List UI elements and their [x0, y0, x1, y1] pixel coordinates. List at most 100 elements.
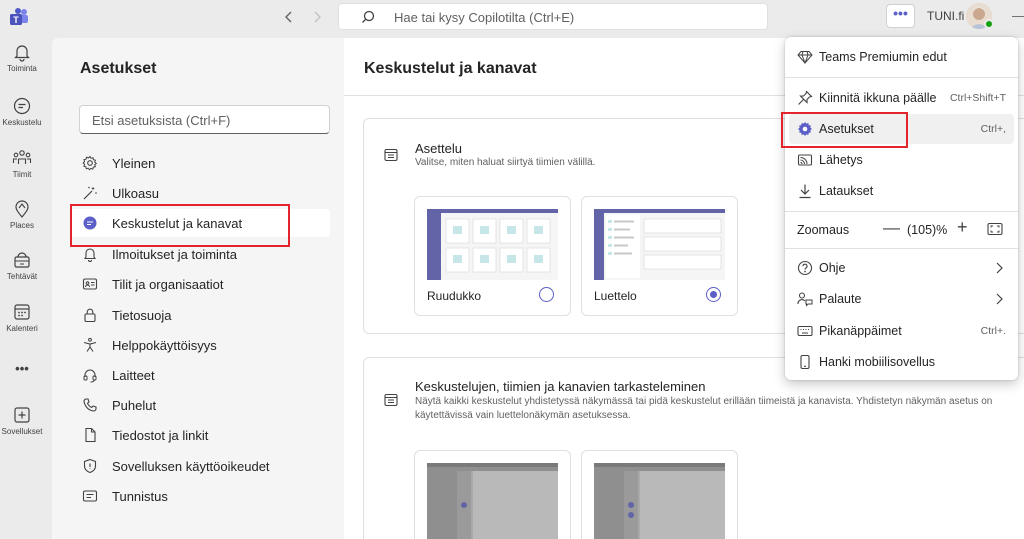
- layout-option-grid-label: Ruudukko: [427, 289, 482, 303]
- zoom-value: (105)%: [907, 223, 948, 237]
- add-apps-icon: [14, 407, 30, 423]
- menu-divider: [785, 248, 1018, 249]
- chat-icon: [13, 97, 31, 115]
- settings-item-general[interactable]: Yleinen: [70, 149, 330, 177]
- view-card-description: Näytä kaikki keskustelut yhdistetyssä nä…: [415, 396, 993, 421]
- app-rail: Toiminta Keskustelu Tiimit Places Tehtäv…: [0, 34, 44, 539]
- teams-logo-icon[interactable]: T: [8, 6, 30, 28]
- settings-sidebar: Asetukset Etsi asetuksista (Ctrl+F) Ylei…: [52, 38, 344, 539]
- rail-item-apps[interactable]: Sovellukset: [0, 405, 44, 436]
- settings-item-files[interactable]: Tiedostot ja linkit: [70, 421, 330, 449]
- settings-title: Asetukset: [80, 60, 157, 77]
- tasks-icon: [14, 252, 30, 268]
- zoom-label: Zoomaus: [797, 223, 850, 237]
- settings-item-app-permissions[interactable]: Sovelluksen käyttöoikeudet: [70, 452, 330, 480]
- layout-option-list-label: Luettelo: [594, 289, 637, 303]
- layout-card-description: Valitse, miten haluat siirtyä tiimien vä…: [415, 157, 596, 168]
- title-bar: T Hae tai kysy Copilotilta (Ctrl+E) ••• …: [0, 0, 1024, 34]
- more-options-menu: Teams Premiumin edut Kiinnitä ikkuna pää…: [785, 37, 1018, 380]
- search-icon: [362, 10, 375, 23]
- zoom-out-button[interactable]: —: [883, 218, 900, 238]
- back-button[interactable]: [278, 6, 300, 28]
- wand-icon: [83, 186, 97, 200]
- global-search-input[interactable]: Hae tai kysy Copilotilta (Ctrl+E): [338, 3, 768, 30]
- view-option-combined[interactable]: [581, 450, 738, 539]
- fit-screen-icon[interactable]: [987, 222, 1003, 236]
- highlight-box-settings: [781, 112, 908, 148]
- more-apps-icon: •••: [15, 361, 29, 376]
- document-icon: [85, 427, 96, 443]
- rail-item-teams[interactable]: Tiimit: [0, 148, 44, 179]
- svg-text:T: T: [13, 15, 19, 25]
- phone-mobile-icon: [800, 354, 810, 370]
- view-option-separate[interactable]: [414, 450, 571, 539]
- download-icon: [799, 184, 811, 199]
- shield-icon: [83, 458, 97, 474]
- calendar-icon: [14, 304, 30, 320]
- keyboard-icon: [797, 325, 813, 337]
- presence-available-icon: [984, 19, 994, 29]
- combined-view-preview-icon: [594, 463, 725, 539]
- list-layout-preview-icon: [594, 209, 725, 280]
- chevron-right-icon: [996, 293, 1003, 305]
- menu-item-downloads[interactable]: Lataukset: [789, 176, 1014, 206]
- layout-card-title: Asettelu: [415, 141, 462, 156]
- layout-option-grid[interactable]: Ruudukko: [414, 196, 571, 316]
- settings-item-accounts[interactable]: Tilit ja organisaatiot: [70, 270, 330, 298]
- org-label[interactable]: TUNI.fi: [927, 9, 964, 23]
- diamond-icon: [797, 51, 813, 65]
- grid-layout-preview-icon: [427, 209, 558, 280]
- settings-item-appearance[interactable]: Ulkoasu: [70, 179, 330, 207]
- forward-button[interactable]: [306, 6, 328, 28]
- minimize-button[interactable]: —: [1012, 8, 1024, 23]
- settings-item-calls[interactable]: Puhelut: [70, 391, 330, 419]
- page-title: Keskustelut ja kanavat: [364, 60, 537, 77]
- menu-item-feedback[interactable]: Palaute: [789, 284, 1014, 314]
- chevron-right-icon: [314, 11, 321, 23]
- accessibility-icon: [83, 337, 97, 352]
- teams-icon: [12, 150, 32, 164]
- search-placeholder: Hae tai kysy Copilotilta (Ctrl+E): [394, 10, 575, 25]
- settings-item-devices[interactable]: Laitteet: [70, 361, 330, 389]
- layout-grid-radio[interactable]: [539, 287, 554, 302]
- settings-item-privacy[interactable]: Tietosuoja: [70, 301, 330, 329]
- pin-icon: [798, 90, 813, 105]
- menu-divider: [785, 211, 1018, 212]
- settings-item-recognition[interactable]: Tunnistus: [70, 482, 330, 510]
- layout-option-list[interactable]: Luettelo: [581, 196, 738, 316]
- places-icon: [15, 200, 29, 218]
- bell-icon: [83, 248, 97, 262]
- rail-item-more-apps[interactable]: •••: [0, 359, 44, 376]
- bell-icon: [14, 45, 30, 62]
- cast-icon: [797, 154, 813, 166]
- feedback-icon: [797, 292, 813, 307]
- rail-item-places[interactable]: Places: [0, 199, 44, 230]
- rail-item-activity[interactable]: Toiminta: [0, 42, 44, 73]
- headset-icon: [83, 369, 97, 383]
- menu-item-mobile-app[interactable]: Hanki mobiilisovellus: [789, 347, 1014, 377]
- lock-icon: [84, 308, 96, 323]
- rail-item-calendar[interactable]: Kalenteri: [0, 302, 44, 333]
- settings-item-accessibility[interactable]: Helppokäyttöisyys: [70, 331, 330, 359]
- menu-item-cast[interactable]: Lähetys: [789, 145, 1014, 175]
- menu-item-shortcuts[interactable]: Pikanäppäimet Ctrl+.: [789, 316, 1014, 346]
- view-card-title: Keskustelujen, tiimien ja kanavien tarka…: [415, 379, 706, 394]
- menu-item-premium[interactable]: Teams Premiumin edut: [789, 42, 1014, 72]
- more-options-button[interactable]: •••: [886, 4, 915, 28]
- layout-icon: [384, 393, 398, 407]
- menu-item-pin-window[interactable]: Kiinnitä ikkuna päälle Ctrl+Shift+T: [789, 83, 1014, 113]
- layout-icon: [384, 148, 398, 162]
- separate-view-preview-icon: [427, 463, 558, 539]
- id-card-icon: [82, 278, 98, 290]
- rail-item-tasks[interactable]: Tehtävät: [0, 250, 44, 281]
- settings-search-input[interactable]: Etsi asetuksista (Ctrl+F): [79, 105, 330, 134]
- menu-item-help[interactable]: Ohje: [789, 253, 1014, 283]
- layout-list-radio[interactable]: [706, 287, 721, 302]
- view-card: Keskustelujen, tiimien ja kanavien tarka…: [363, 357, 1024, 539]
- help-icon: [797, 260, 813, 276]
- card-text-icon: [82, 490, 98, 502]
- chevron-right-icon: [996, 262, 1003, 274]
- zoom-in-button[interactable]: +: [957, 217, 968, 238]
- rail-item-chat[interactable]: Keskustelu: [0, 96, 44, 127]
- phone-icon: [83, 398, 97, 412]
